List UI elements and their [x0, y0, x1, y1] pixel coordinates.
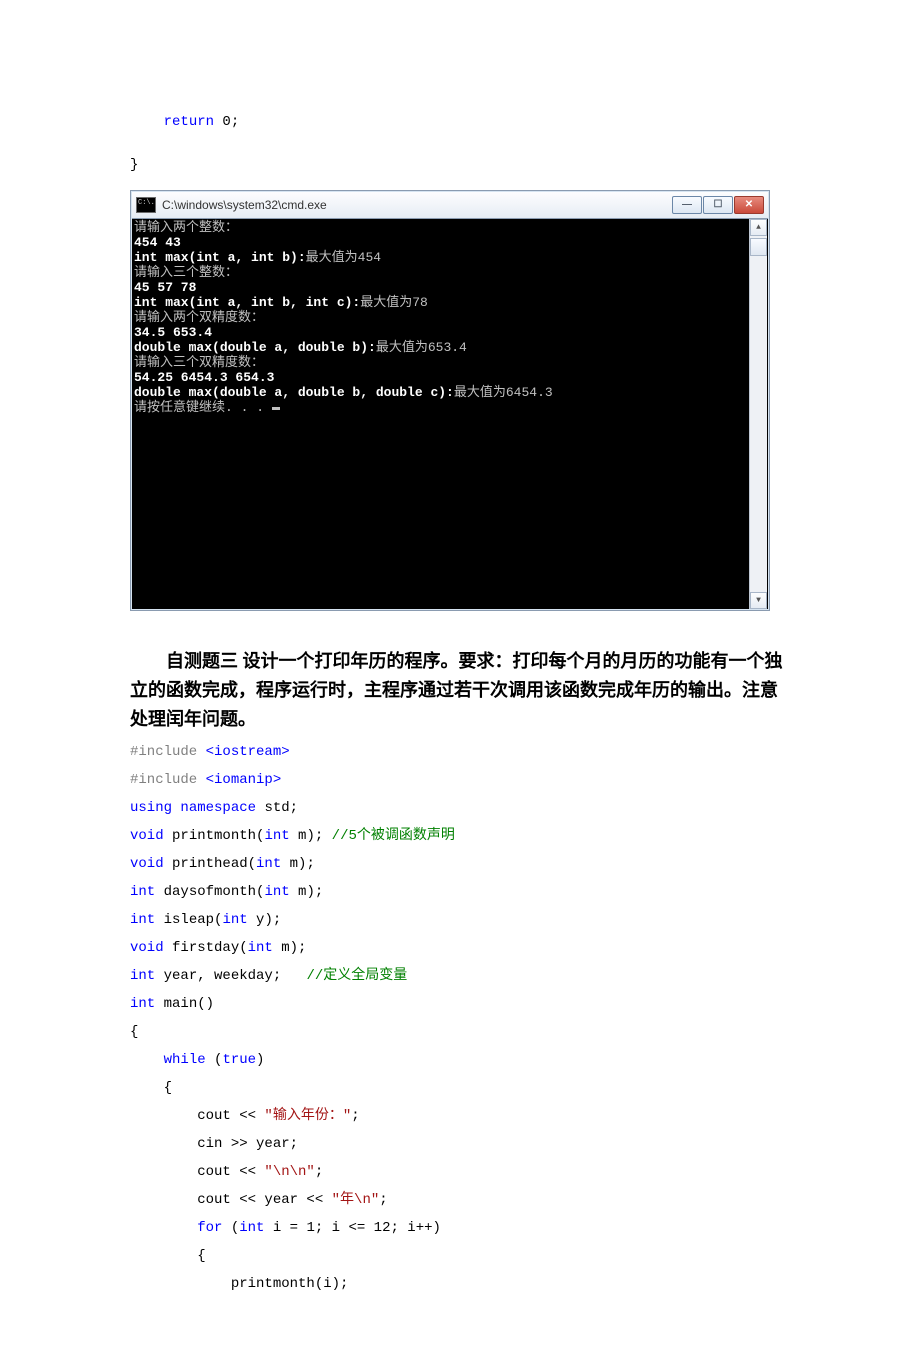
code-line: cout << "\n\n"; — [130, 1158, 790, 1186]
code-line: { — [130, 1074, 790, 1102]
minimize-button[interactable]: — — [672, 196, 702, 214]
terminal-line: 45 57 78 — [134, 281, 766, 296]
terminal-line: 请按任意键继续. . . — [134, 401, 766, 416]
code-line: cin >> year; — [130, 1130, 790, 1158]
terminal-line: 请输入三个双精度数： — [134, 356, 766, 371]
code-line: #include <iostream> — [130, 738, 790, 766]
code-fragment-top: return 0; } — [130, 110, 790, 178]
code-line: { — [130, 1018, 790, 1046]
code-line: int daysofmonth(int m); — [130, 878, 790, 906]
terminal-line: 请输入三个整数： — [134, 266, 766, 281]
code-line: printmonth(i); — [130, 1270, 790, 1298]
terminal-line: 34.5 653.4 — [134, 326, 766, 341]
terminal-line: int max(int a, int b, int c):最大值为78 — [134, 296, 766, 311]
terminal-line: 454 43 — [134, 236, 766, 251]
code-line: int year, weekday; //定义全局变量 — [130, 962, 790, 990]
document-page: return 0; } C:\windows\system32\cmd.exe … — [0, 0, 920, 1358]
code-line: void printhead(int m); — [130, 850, 790, 878]
window-titlebar: C:\windows\system32\cmd.exe — ☐ ✕ — [132, 192, 768, 219]
maximize-button[interactable]: ☐ — [703, 196, 733, 214]
scroll-thumb[interactable] — [750, 238, 767, 256]
close-button[interactable]: ✕ — [734, 196, 764, 214]
terminal-window: C:\windows\system32\cmd.exe — ☐ ✕ ▲ ▼ 请输… — [130, 190, 770, 611]
code-line: using namespace std; — [130, 794, 790, 822]
code-line: cout << year << "年\n"; — [130, 1186, 790, 1214]
code-line: int main() — [130, 990, 790, 1018]
terminal-line: 请输入两个双精度数： — [134, 311, 766, 326]
code-line: void printmonth(int m); //5个被调函数声明 — [130, 822, 790, 850]
code-listing: #include <iostream>#include <iomanip>usi… — [130, 738, 790, 1298]
terminal-line: 54.25 6454.3 654.3 — [134, 371, 766, 386]
scroll-up-icon[interactable]: ▲ — [750, 219, 767, 236]
code-line: cout << "输入年份："; — [130, 1102, 790, 1130]
code-line-brace: } — [130, 153, 790, 178]
code-line: return 0; — [130, 110, 790, 135]
code-line: while (true) — [130, 1046, 790, 1074]
code-line: int isleap(int y); — [130, 906, 790, 934]
terminal-line: int max(int a, int b):最大值为454 — [134, 251, 766, 266]
terminal-scrollbar[interactable]: ▲ ▼ — [749, 219, 767, 609]
code-line: { — [130, 1242, 790, 1270]
cmd-icon — [136, 197, 156, 213]
code-line: void firstday(int m); — [130, 934, 790, 962]
terminal-line: double max(double a, double b):最大值为653.4 — [134, 341, 766, 356]
problem-statement: 自测题三 设计一个打印年历的程序。要求：打印每个月的月历的功能有一个独立的函数完… — [130, 647, 790, 733]
window-title: C:\windows\system32\cmd.exe — [162, 199, 672, 211]
cursor-icon — [272, 407, 280, 410]
terminal-body: ▲ ▼ 请输入两个整数：454 43int max(int a, int b):… — [132, 219, 768, 609]
code-text: 0; — [214, 114, 239, 130]
terminal-line: 请输入两个整数： — [134, 221, 766, 236]
window-buttons: — ☐ ✕ — [672, 196, 764, 214]
scroll-down-icon[interactable]: ▼ — [750, 592, 767, 609]
keyword-return: return — [164, 114, 214, 130]
terminal-line: double max(double a, double b, double c)… — [134, 386, 766, 401]
terminal-output: 请输入两个整数：454 43int max(int a, int b):最大值为… — [134, 221, 766, 415]
code-line: #include <iomanip> — [130, 766, 790, 794]
code-line: for (int i = 1; i <= 12; i++) — [130, 1214, 790, 1242]
